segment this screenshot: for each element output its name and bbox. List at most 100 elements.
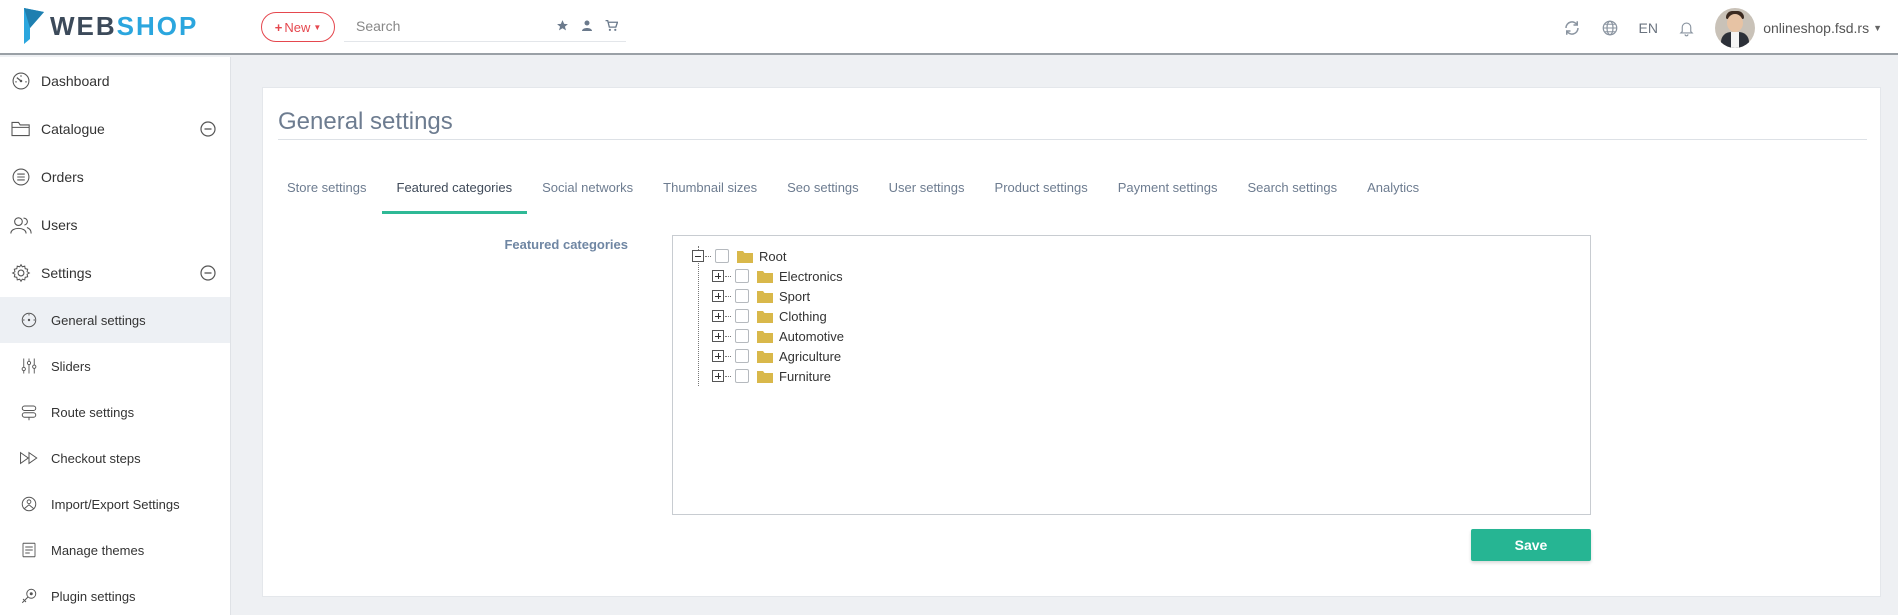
top-header: WEBSHOP + New ▼ EN onlineshop.fsd.rs ▼ — [0, 0, 1898, 55]
tree-node: Clothing — [712, 306, 827, 326]
sidebar-item-orders[interactable]: Orders — [0, 153, 230, 201]
sidebar-item-import-export[interactable]: Import/Export Settings — [0, 481, 230, 527]
folder-icon — [757, 310, 773, 323]
new-button[interactable]: + New ▼ — [261, 12, 335, 42]
tab-product-settings[interactable]: Product settings — [980, 168, 1103, 214]
search-input[interactable] — [344, 12, 534, 40]
tree-node-label[interactable]: Agriculture — [779, 349, 841, 364]
sidebar-item-plugin-settings[interactable]: Plugin settings — [0, 573, 230, 615]
tree-node-checkbox[interactable] — [735, 369, 749, 383]
tab-payment-settings[interactable]: Payment settings — [1103, 168, 1233, 214]
bell-icon[interactable] — [1667, 19, 1705, 37]
sidebar-item-general-settings[interactable]: General settings — [0, 297, 230, 343]
avatar[interactable] — [1715, 7, 1756, 48]
tree-node-label[interactable]: Clothing — [779, 309, 827, 324]
user-name[interactable]: onlineshop.fsd.rs — [1763, 20, 1869, 36]
new-button-label: New — [284, 19, 311, 35]
tree-node-root: Root — [692, 246, 786, 266]
dashboard-icon — [10, 70, 32, 92]
tree-node-checkbox[interactable] — [735, 349, 749, 363]
import-export-icon — [19, 494, 39, 514]
tab-featured-categories[interactable]: Featured categories — [381, 168, 528, 214]
tree-node-label[interactable]: Electronics — [779, 269, 843, 284]
sidebar-item-label: Catalogue — [41, 121, 105, 137]
collapse-icon[interactable] — [200, 121, 216, 140]
sidebar-item-sliders[interactable]: Sliders — [0, 343, 230, 389]
sidebar-item-label: Settings — [41, 265, 92, 281]
title-divider — [278, 139, 1867, 140]
tab-analytics[interactable]: Analytics — [1352, 168, 1434, 214]
search-bar — [344, 12, 626, 42]
tree-node-label[interactable]: Sport — [779, 289, 810, 304]
expand-node-icon[interactable] — [712, 330, 724, 342]
expand-node-icon[interactable] — [712, 270, 724, 282]
tree-node-checkbox[interactable] — [735, 309, 749, 323]
save-button[interactable]: Save — [1471, 529, 1591, 561]
folder-icon — [10, 118, 32, 140]
themes-icon — [19, 540, 39, 560]
tree-node-label[interactable]: Automotive — [779, 329, 844, 344]
tree-node: Furniture — [712, 366, 831, 386]
tab-thumbnail-sizes[interactable]: Thumbnail sizes — [648, 168, 772, 214]
tab-social-networks[interactable]: Social networks — [527, 168, 648, 214]
sidebar-item-dashboard[interactable]: Dashboard — [0, 57, 230, 105]
webshop-logo[interactable]: WEBSHOP — [22, 8, 198, 44]
sidebar-item-users[interactable]: Users — [0, 201, 230, 249]
logo-flag-icon — [24, 8, 44, 44]
tree-node: Agriculture — [712, 346, 841, 366]
plugin-icon — [19, 586, 39, 606]
sidebar-item-settings[interactable]: Settings — [0, 249, 230, 297]
folder-icon — [737, 250, 753, 263]
expand-node-icon[interactable] — [712, 310, 724, 322]
globe-icon[interactable] — [1591, 19, 1629, 37]
sidebar-item-catalogue[interactable]: Catalogue — [0, 105, 230, 153]
tree-node-label[interactable]: Root — [759, 249, 786, 264]
star-icon[interactable] — [556, 19, 569, 32]
folder-icon — [757, 270, 773, 283]
tree-node-checkbox[interactable] — [735, 289, 749, 303]
tab-search-settings[interactable]: Search settings — [1232, 168, 1352, 214]
expand-node-icon[interactable] — [712, 290, 724, 302]
plus-icon: + — [274, 19, 283, 35]
tab-user-settings[interactable]: User settings — [874, 168, 980, 214]
tab-seo-settings[interactable]: Seo settings — [772, 168, 874, 214]
chevron-down-icon: ▼ — [313, 22, 322, 32]
tree-node-checkbox[interactable] — [715, 249, 729, 263]
sidebar-item-label: Orders — [41, 169, 84, 185]
tree-node-label[interactable]: Furniture — [779, 369, 831, 384]
logo-text-shop: SHOP — [116, 10, 199, 41]
sidebar-item-label: Users — [41, 217, 78, 233]
settings-tabs: Store settings Featured categories Socia… — [272, 168, 1434, 214]
tab-store-settings[interactable]: Store settings — [272, 168, 382, 214]
tree-node-checkbox[interactable] — [735, 329, 749, 343]
sidebar: Dashboard Catalogue Orders Users Setting… — [0, 57, 231, 615]
user-icon[interactable] — [581, 19, 593, 32]
expand-node-icon[interactable] — [712, 350, 724, 362]
page-title: General settings — [278, 108, 453, 135]
tree-node: Sport — [712, 286, 810, 306]
sidebar-item-checkout-steps[interactable]: Checkout steps — [0, 435, 230, 481]
category-tree: Root Electronics Sport Clothing Automoti… — [672, 235, 1591, 515]
chevron-down-icon[interactable]: ▼ — [1873, 23, 1882, 33]
collapse-node-icon[interactable] — [692, 250, 704, 262]
folder-icon — [757, 350, 773, 363]
sidebar-item-manage-themes[interactable]: Manage themes — [0, 527, 230, 573]
sidebar-item-route-settings[interactable]: Route settings — [0, 389, 230, 435]
featured-categories-label: Featured categories — [504, 237, 628, 252]
language-selector[interactable]: EN — [1629, 20, 1667, 36]
sliders-icon — [19, 356, 39, 376]
tree-node: Automotive — [712, 326, 844, 346]
cart-icon[interactable] — [605, 19, 618, 32]
expand-node-icon[interactable] — [712, 370, 724, 382]
tree-node: Electronics — [712, 266, 843, 286]
users-icon — [10, 214, 32, 236]
fast-forward-icon — [19, 448, 39, 468]
general-settings-card: General settings Store settings Featured… — [262, 87, 1881, 597]
sidebar-item-label: Route settings — [51, 404, 135, 420]
refresh-icon[interactable] — [1553, 19, 1591, 37]
sidebar-item-label: Checkout steps — [51, 450, 141, 466]
route-icon — [19, 402, 39, 422]
sidebar-item-label: Manage themes — [51, 542, 145, 558]
collapse-icon[interactable] — [200, 265, 216, 284]
tree-node-checkbox[interactable] — [735, 269, 749, 283]
